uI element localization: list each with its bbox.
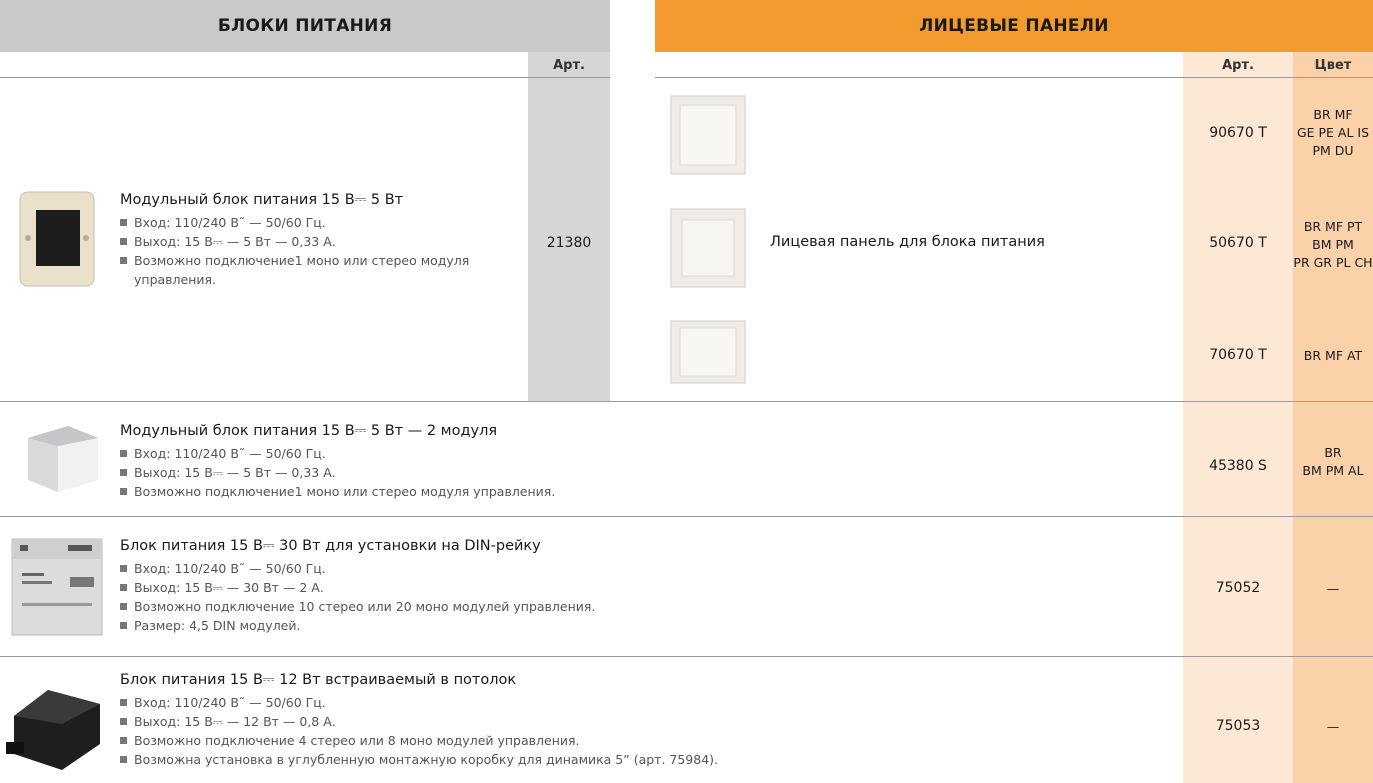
color-codes: — [1293, 580, 1373, 598]
divider [655, 77, 1373, 78]
product-title: Модульный блок питания 15 В⎓ 5 Вт — 2 мо… [120, 423, 498, 439]
panel-article-number: 90670 T [1209, 125, 1267, 141]
product-image-din-psu [10, 533, 106, 637]
spec-list: Вход: 110/240 В˜ — 50/60 Гц. Выход: 15 В… [120, 693, 820, 769]
spec-item: Вход: 110/240 В˜ — 50/60 Гц. [120, 213, 500, 232]
divider [0, 656, 1373, 657]
panel-article-number: 70670 T [1209, 347, 1267, 363]
face-panel-image [668, 93, 748, 177]
color-line: PR GR PL CH [1293, 255, 1373, 270]
color-codes: BR BM PM AL [1293, 444, 1373, 480]
color-line: BR [1324, 445, 1342, 460]
color-column-bg [1293, 52, 1373, 783]
spec-item: Размер: 4,5 DIN модулей. [120, 616, 680, 635]
product-title: Модульный блок питания 15 В⎓ 5 Вт [120, 192, 404, 208]
header-power-supplies: БЛОКИ ПИТАНИЯ [0, 0, 610, 52]
face-panel-image [668, 206, 748, 290]
col-head-art-right: Арт. [1222, 58, 1254, 73]
product-title: Блок питания 15 В⎓ 12 Вт встраиваемый в … [120, 672, 517, 688]
color-line: — [1326, 719, 1340, 734]
product-title: Блок питания 15 В⎓ 30 Вт для установки н… [120, 538, 541, 554]
color-line: BM PM AL [1302, 463, 1364, 478]
spec-item: Возможно подключение 4 стерео или 8 моно… [120, 731, 820, 750]
header-face-panels: ЛИЦЕВЫЕ ПАНЕЛИ [655, 0, 1373, 52]
product-image-module-psu [16, 186, 98, 292]
product-image-ceiling-psu [4, 672, 108, 776]
art-column-bg-right [1183, 52, 1293, 783]
color-line: BR MF [1313, 107, 1353, 122]
divider [0, 401, 1373, 402]
divider [0, 516, 1373, 517]
face-panel-image [668, 318, 748, 386]
article-number: 75053 [1215, 718, 1261, 734]
spec-item: Выход: 15 В⎓ — 30 Вт — 2 А. [120, 578, 680, 597]
col-head-color: Цвет [1314, 58, 1352, 73]
spec-list: Вход: 110/240 В˜ — 50/60 Гц. Выход: 15 В… [120, 559, 680, 635]
color-line: BR MF PT [1303, 219, 1363, 234]
article-number: 45380 S [1209, 458, 1267, 474]
article-number: 21380 [546, 235, 592, 251]
spec-list: Вход: 110/240 В˜ — 50/60 Гц. Выход: 15 В… [120, 444, 640, 501]
product-image-2-module-psu [20, 416, 102, 496]
spec-item: Вход: 110/240 В˜ — 50/60 Гц. [120, 693, 820, 712]
spec-list: Вход: 110/240 В˜ — 50/60 Гц. Выход: 15 В… [120, 213, 500, 289]
color-codes: BR MF GE PE AL IS PM DU [1293, 106, 1373, 160]
article-number: 75052 [1215, 580, 1261, 596]
color-line: PM DU [1312, 143, 1354, 158]
panel-label: Лицевая панель для блока питания [770, 234, 1045, 250]
divider [0, 77, 610, 78]
spec-item: Возможно подключение1 моно или стерео мо… [120, 482, 640, 501]
panel-article-number: 50670 T [1209, 235, 1267, 251]
col-head-art-left: Арт. [553, 58, 585, 73]
color-line: BR MF AT [1303, 348, 1363, 363]
color-codes: BR MF AT [1293, 347, 1373, 365]
spec-item: Вход: 110/240 В˜ — 50/60 Гц. [120, 559, 680, 578]
spec-item: Выход: 15 В⎓ — 12 Вт — 0,8 А. [120, 712, 820, 731]
color-codes: BR MF PT BM PM PR GR PL CH [1293, 218, 1373, 272]
spec-item: Возможно подключение 10 стерео или 20 мо… [120, 597, 680, 616]
spec-item: Вход: 110/240 В˜ — 50/60 Гц. [120, 444, 640, 463]
color-codes: — [1293, 718, 1373, 736]
color-line: BM PM [1312, 237, 1354, 252]
spec-item: Выход: 15 В⎓ — 5 Вт — 0,33 А. [120, 232, 500, 251]
spec-item: Возможна установка в углубленную монтажн… [120, 750, 820, 769]
color-line: GE PE AL IS [1296, 125, 1370, 140]
spec-item: Выход: 15 В⎓ — 5 Вт — 0,33 А. [120, 463, 640, 482]
art-column-bg-left [528, 52, 610, 401]
spec-item: Возможно подключение1 моно или стерео мо… [120, 251, 500, 289]
color-line: — [1326, 581, 1340, 596]
